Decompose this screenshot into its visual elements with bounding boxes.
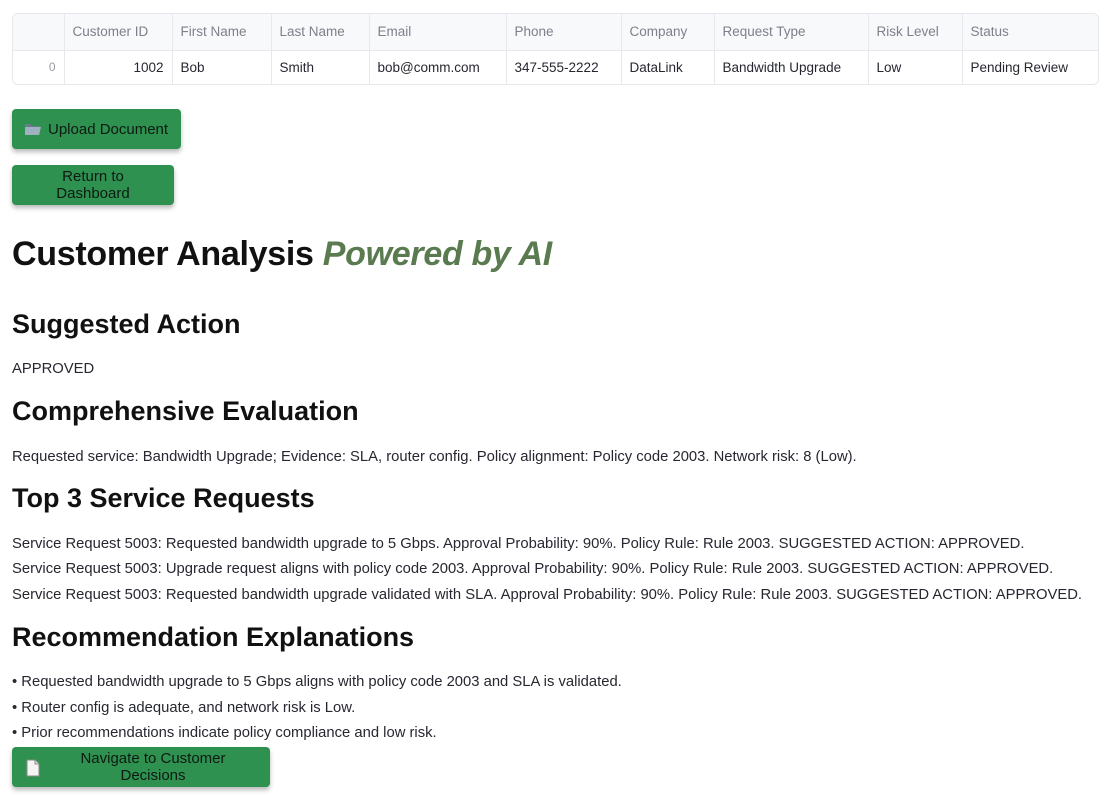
column-header-risk-level[interactable]: Risk Level	[868, 14, 963, 51]
service-request-item: Service Request 5003: Upgrade request al…	[12, 561, 1054, 577]
explanation-item: • Router config is adequate, and network…	[12, 700, 356, 716]
column-header-email[interactable]: Email	[369, 14, 507, 51]
page-title-accent: Powered by AI	[322, 235, 552, 273]
return-to-dashboard-label: Return to Dashboard	[56, 168, 130, 202]
service-request-item: Service Request 5003: Requested bandwidt…	[12, 536, 1025, 552]
cell-phone[interactable]: 347-555-2222	[506, 50, 622, 84]
customer-table[interactable]: Customer ID First Name Last Name Email P…	[12, 13, 1099, 85]
column-header-first-name[interactable]: First Name	[172, 14, 272, 51]
page-title: Customer Analysis Powered by AI	[12, 235, 552, 274]
service-request-item: Service Request 5003: Requested bandwidt…	[12, 587, 1083, 603]
cell-company[interactable]: DataLink	[621, 50, 715, 84]
evaluation-text: Requested service: Bandwidth Upgrade; Ev…	[12, 449, 857, 465]
upload-document-button[interactable]: Upload Document	[12, 109, 181, 149]
cell-email[interactable]: bob@comm.com	[369, 50, 507, 84]
column-header-status[interactable]: Status	[962, 14, 1098, 51]
folder-icon	[24, 121, 42, 137]
main-content: Customer ID First Name Last Name Email P…	[12, 13, 1099, 787]
explanation-item: • Requested bandwidth upgrade to 5 Gbps …	[12, 674, 622, 690]
explanation-item: • Prior recommendations indicate policy …	[12, 725, 437, 741]
column-header-index[interactable]	[13, 14, 65, 51]
table-header-row: Customer ID First Name Last Name Email P…	[13, 14, 1098, 51]
column-header-phone[interactable]: Phone	[506, 14, 622, 51]
column-header-company[interactable]: Company	[621, 14, 715, 51]
return-to-dashboard-button[interactable]: Return to Dashboard	[12, 165, 174, 205]
service-requests-heading: Top 3 Service Requests	[12, 483, 315, 513]
page-title-main: Customer Analysis	[12, 235, 314, 273]
cell-last-name[interactable]: Smith	[271, 50, 370, 84]
suggested-action-heading: Suggested Action	[12, 309, 241, 339]
cell-first-name[interactable]: Bob	[172, 50, 272, 84]
column-header-customer-id[interactable]: Customer ID	[64, 14, 173, 51]
column-header-last-name[interactable]: Last Name	[271, 14, 370, 51]
document-icon	[24, 759, 42, 777]
cell-request-type[interactable]: Bandwidth Upgrade	[714, 50, 869, 84]
cell-risk-level[interactable]: Low	[868, 50, 963, 84]
navigate-customer-decisions-label: Navigate to Customer Decisions	[80, 750, 226, 784]
suggested-action-value: APPROVED	[12, 361, 95, 377]
upload-document-label: Upload Document	[48, 120, 169, 138]
column-header-request-type[interactable]: Request Type	[714, 14, 869, 51]
evaluation-heading: Comprehensive Evaluation	[12, 396, 359, 426]
cell-status[interactable]: Pending Review	[962, 50, 1098, 84]
cell-customer-id[interactable]: 1002	[64, 50, 173, 84]
explanations-heading: Recommendation Explanations	[12, 622, 415, 652]
cell-index[interactable]: 0	[13, 50, 65, 84]
navigate-customer-decisions-button[interactable]: Navigate to Customer Decisions	[12, 747, 270, 787]
table-row[interactable]: 0 1002 Bob Smith bob@comm.com 347-555-22…	[13, 50, 1098, 84]
